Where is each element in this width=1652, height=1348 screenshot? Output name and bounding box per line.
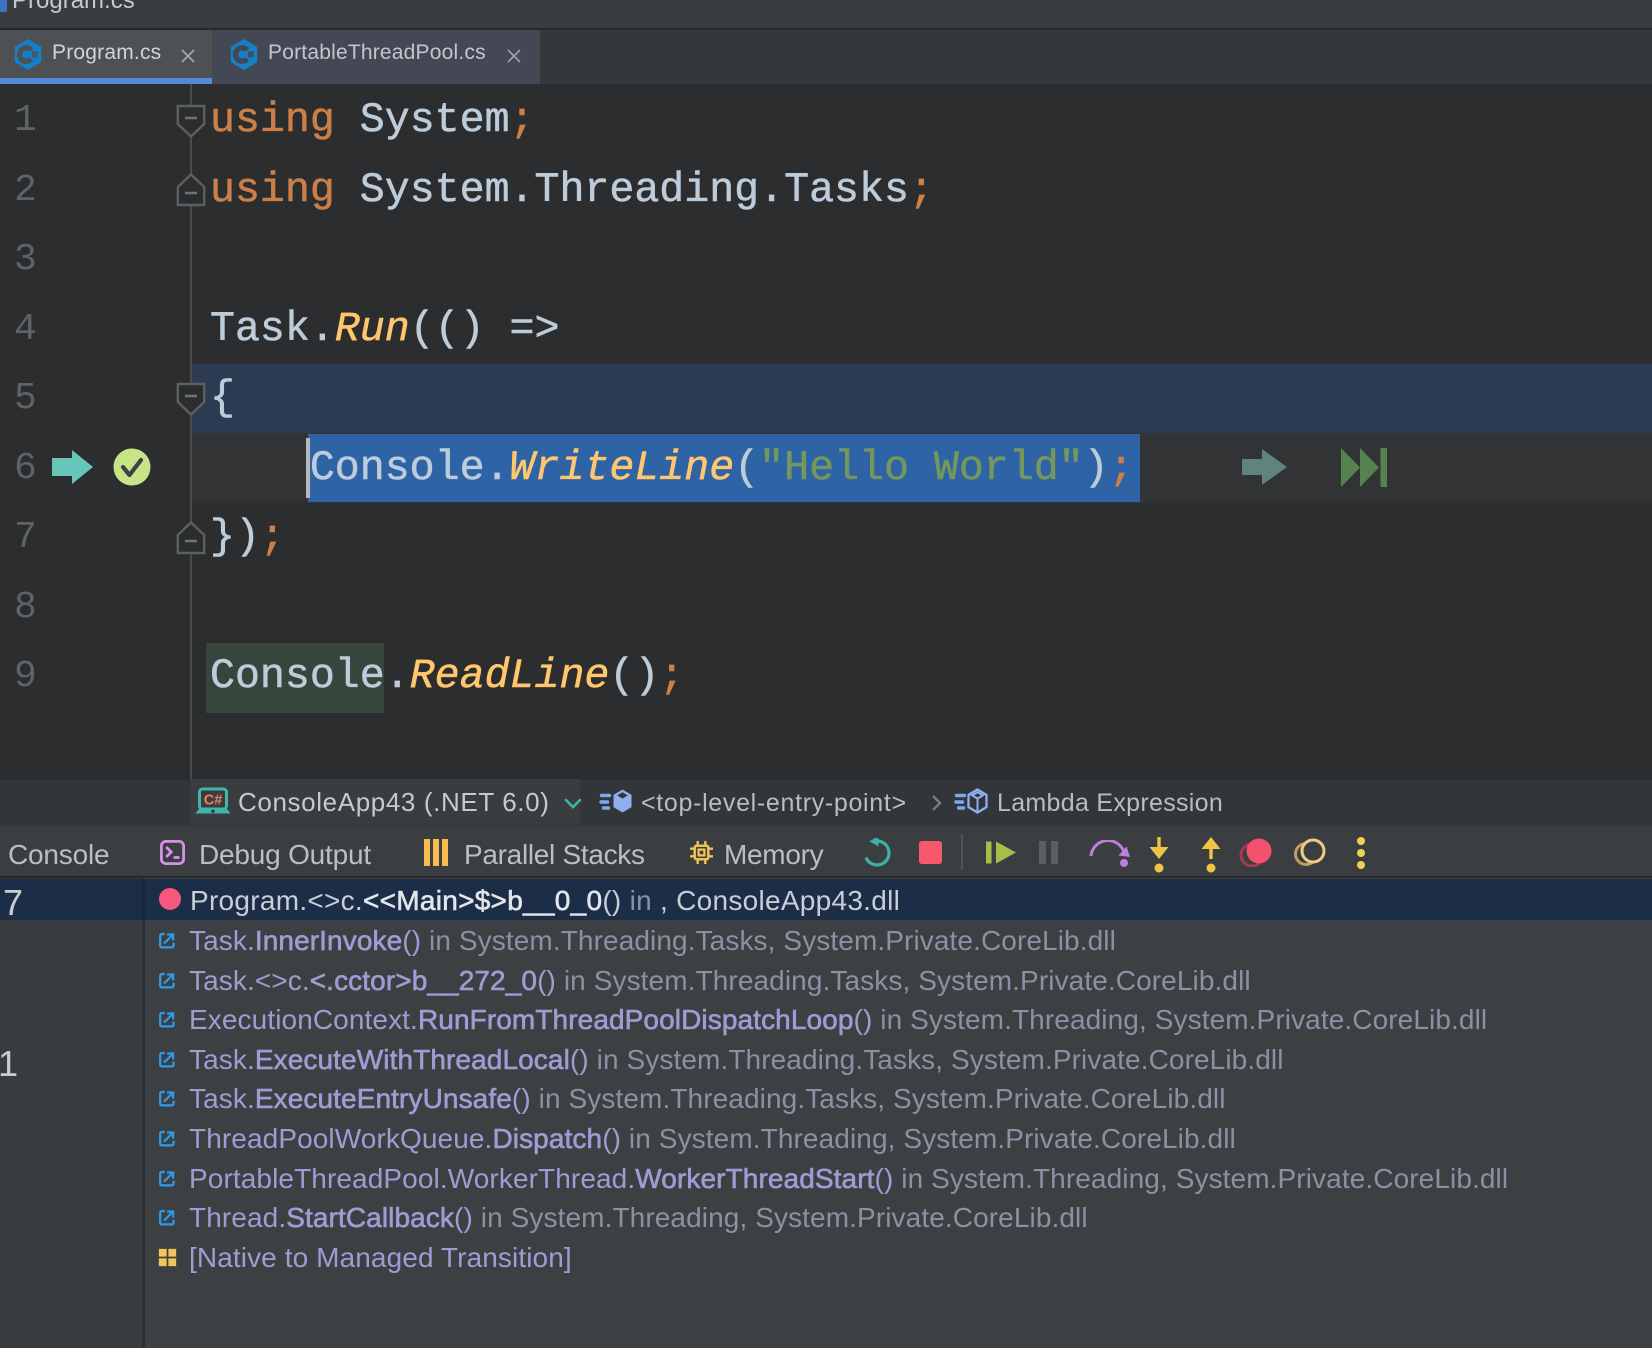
svg-text:C#: C# (204, 793, 223, 809)
